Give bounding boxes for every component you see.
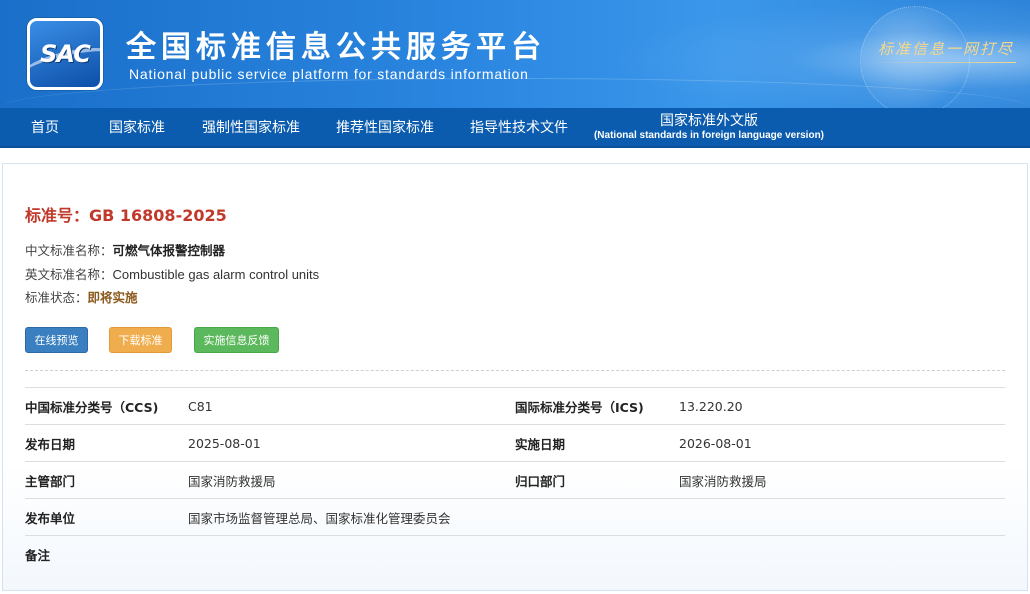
implement-date-value: 2026-08-01 xyxy=(679,436,752,451)
cn-name-line: 中文标准名称：可燃气体报警控制器 xyxy=(25,240,225,259)
online-preview-button[interactable]: 在线预览 xyxy=(25,327,88,353)
competent-dept-label: 主管部门 xyxy=(25,474,76,489)
nav-label: 首页 xyxy=(31,120,59,136)
issuer-label: 发布单位 xyxy=(25,511,76,526)
competent-dept-value: 国家消防救援局 xyxy=(188,474,276,489)
table-row: 备注 xyxy=(25,535,1005,572)
nav-item-mandatory-standards[interactable]: 强制性国家标准 xyxy=(184,108,318,146)
en-name-label: 英文标准名称： xyxy=(25,267,113,282)
publish-date-label: 发布日期 xyxy=(25,437,76,452)
nav-label: 国家标准外文版 xyxy=(660,112,758,129)
details-table: 中国标准分类号（CCS) C81 国际标准分类号（ICS) 13.220.20 … xyxy=(25,387,1005,572)
ics-label: 国际标准分类号（ICS) xyxy=(515,400,644,415)
nav-sublabel: (National standards in foreign language … xyxy=(593,129,825,141)
nav-item-recommended-standards[interactable]: 推荐性国家标准 xyxy=(318,108,452,146)
ccs-value: C81 xyxy=(188,399,213,414)
cn-name-label: 中文标准名称： xyxy=(25,243,113,258)
standard-number: 标准号：GB 16808-2025 xyxy=(25,206,227,225)
table-row: 中国标准分类号（CCS) C81 国际标准分类号（ICS) 13.220.20 xyxy=(25,387,1005,424)
download-standard-button[interactable]: 下载标准 xyxy=(109,327,172,353)
header-banner: SAC 全国标准信息公共服务平台 National public service… xyxy=(0,0,1030,108)
nav-label: 指导性技术文件 xyxy=(470,120,568,136)
nav-label: 强制性国家标准 xyxy=(202,120,300,136)
cn-name-value: 可燃气体报警控制器 xyxy=(112,243,226,258)
sac-logo[interactable]: SAC xyxy=(27,18,103,90)
site-subtitle: National public service platform for sta… xyxy=(129,66,529,82)
logo-text: SAC xyxy=(40,40,91,68)
table-row: 发布日期 2025-08-01 实施日期 2026-08-01 xyxy=(25,424,1005,461)
implementation-feedback-button[interactable]: 实施信息反馈 xyxy=(194,327,279,353)
main-nav: 首页 国家标准 强制性国家标准 推荐性国家标准 指导性技术文件 国家标准外文版 … xyxy=(0,108,1030,148)
table-row: 发布单位 国家市场监督管理总局、国家标准化管理委员会 xyxy=(25,498,1005,535)
nav-item-foreign-language-version[interactable]: 国家标准外文版 (National standards in foreign l… xyxy=(586,108,832,146)
site-title: 全国标准信息公共服务平台 xyxy=(126,30,546,65)
implement-date-label: 实施日期 xyxy=(515,437,566,452)
nav-label: 推荐性国家标准 xyxy=(336,120,434,136)
nav-item-home[interactable]: 首页 xyxy=(0,108,90,146)
table-row: 主管部门 国家消防救援局 归口部门 国家消防救援局 xyxy=(25,461,1005,498)
status-line: 标准状态：即将实施 xyxy=(25,287,138,306)
ics-value: 13.220.20 xyxy=(679,399,743,414)
en-name-value: Combustible gas alarm control units xyxy=(112,267,320,282)
responsible-dept-value: 国家消防救援局 xyxy=(679,474,767,489)
en-name-line: 英文标准名称：Combustible gas alarm control uni… xyxy=(25,264,319,283)
slogan-underline xyxy=(866,62,1016,63)
issuer-value: 国家市场监督管理总局、国家标准化管理委员会 xyxy=(188,511,451,526)
status-label: 标准状态： xyxy=(25,290,88,305)
responsible-dept-label: 归口部门 xyxy=(515,474,566,489)
standard-detail-panel: 标准号：GB 16808-2025 中文标准名称：可燃气体报警控制器 英文标准名… xyxy=(2,163,1028,591)
nav-label: 国家标准 xyxy=(109,120,165,136)
publish-date-value: 2025-08-01 xyxy=(188,436,261,451)
remarks-label: 备注 xyxy=(25,548,51,563)
slogan: 标准信息一网打尽 xyxy=(877,40,1014,58)
ccs-label: 中国标准分类号（CCS) xyxy=(25,400,159,415)
status-value: 即将实施 xyxy=(87,290,138,305)
nav-item-national-standards[interactable]: 国家标准 xyxy=(90,108,184,146)
divider xyxy=(25,370,1005,371)
nav-item-guidance-documents[interactable]: 指导性技术文件 xyxy=(452,108,586,146)
